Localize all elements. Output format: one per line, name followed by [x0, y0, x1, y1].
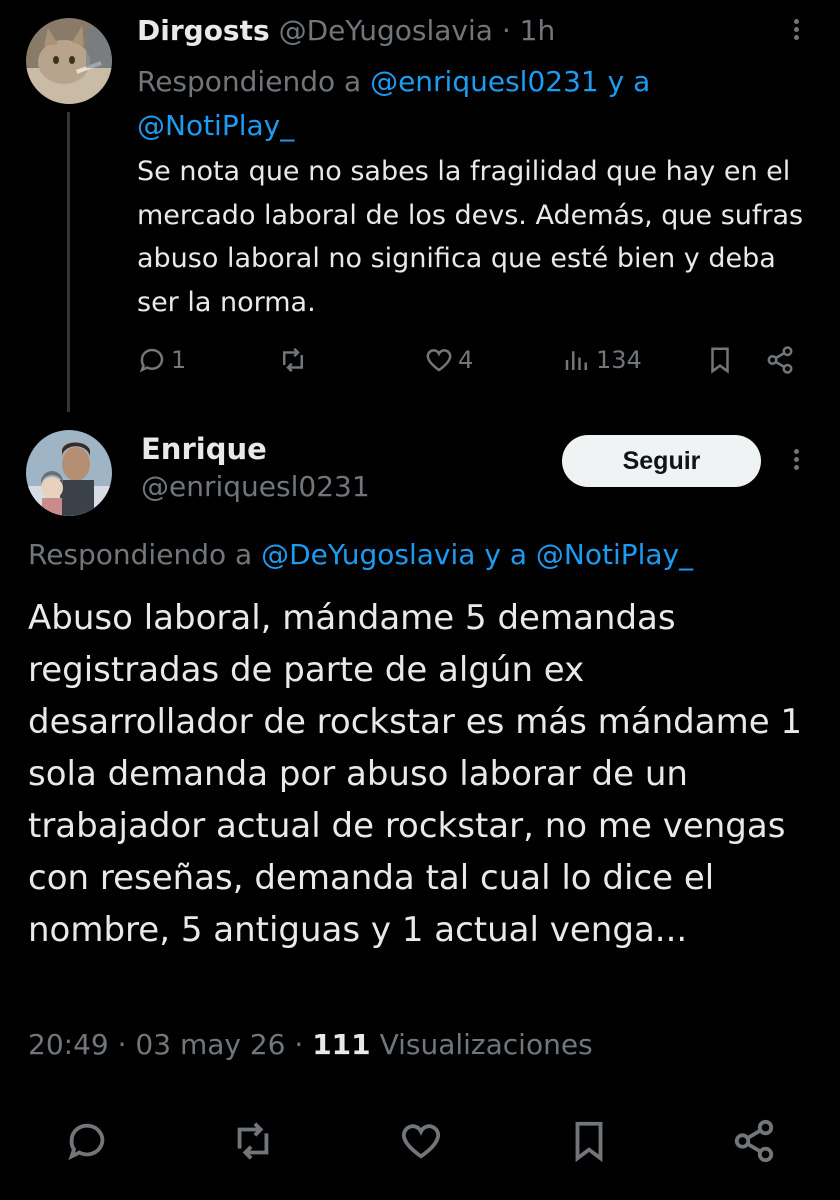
- reply-count: 1: [171, 346, 187, 374]
- like-icon: [426, 349, 452, 372]
- tweet-text: Abuso laboral, mándame 5 demandas regist…: [28, 598, 803, 950]
- avatar[interactable]: [26, 430, 112, 516]
- reply-icon: [139, 348, 164, 373]
- bookmark-icon: [575, 1121, 603, 1163]
- views-icon: [565, 351, 587, 370]
- replying-to: Respondiendo a @enriquesl0231 y a @NotiP…: [137, 60, 797, 148]
- share-icon: [767, 346, 793, 374]
- mention-link[interactable]: @DeYugoslavia: [261, 538, 475, 571]
- bookmark-icon: [711, 347, 729, 374]
- retweet-button[interactable]: [278, 340, 308, 380]
- replying-prefix: Respondiendo a: [137, 65, 362, 98]
- separator: ·: [117, 1028, 127, 1061]
- views-label: Visualizaciones: [379, 1028, 593, 1061]
- mention-link[interactable]: @NotiPlay_: [137, 109, 294, 142]
- tweet-meta: 20:49 · 03 may 26 · 111 Visualizaciones: [28, 1028, 593, 1061]
- replying-joiner[interactable]: y a: [484, 538, 527, 571]
- replying-to: Respondiendo a @DeYugoslavia y a @NotiPl…: [28, 538, 693, 571]
- more-icon[interactable]: [791, 16, 801, 48]
- reply-button[interactable]: 1: [137, 340, 186, 380]
- separator: ·: [501, 14, 511, 47]
- post-time[interactable]: 20:49: [28, 1028, 109, 1061]
- views-count: 111: [312, 1028, 371, 1061]
- like-button[interactable]: 4: [424, 340, 473, 380]
- separator: ·: [294, 1028, 304, 1061]
- post-date[interactable]: 03 may 26: [135, 1028, 285, 1061]
- reply-tweet[interactable]: Dirgosts @DeYugoslavia · 1h Respondiendo…: [0, 0, 840, 410]
- views-button[interactable]: 134: [562, 340, 642, 380]
- author-name[interactable]: Enrique: [141, 432, 267, 466]
- reply-icon: [68, 1123, 105, 1161]
- reply-button[interactable]: [64, 1118, 110, 1164]
- author-name[interactable]: Dirgosts: [137, 14, 270, 47]
- tweet-header: Dirgosts @DeYugoslavia · 1h: [137, 14, 555, 47]
- author-handle[interactable]: @DeYugoslavia: [279, 14, 493, 47]
- views-count: 134: [596, 346, 642, 374]
- bookmark-button[interactable]: [566, 1118, 612, 1164]
- replying-prefix: Respondiendo a: [28, 538, 253, 571]
- retweet-icon: [283, 347, 303, 373]
- timestamp[interactable]: 1h: [520, 14, 556, 47]
- like-button[interactable]: [398, 1118, 444, 1164]
- like-count: 4: [458, 346, 474, 374]
- retweet-button[interactable]: [230, 1118, 276, 1164]
- retweet-icon: [237, 1122, 269, 1160]
- mention-link[interactable]: @NotiPlay_: [536, 538, 693, 571]
- mention-link[interactable]: @enriquesl0231: [370, 65, 599, 98]
- bookmark-button[interactable]: [705, 340, 735, 380]
- replying-joiner[interactable]: y a: [608, 65, 651, 98]
- follow-button[interactable]: Seguir: [562, 435, 761, 487]
- author-handle[interactable]: @enriquesl0231: [141, 470, 370, 503]
- main-tweet: Enrique @enriquesl0231 Seguir Respondien…: [0, 410, 840, 1200]
- share-button[interactable]: [765, 340, 795, 380]
- tweet-text: Se nota que no sabes la fragilidad que h…: [137, 156, 804, 318]
- share-button[interactable]: [731, 1118, 777, 1164]
- more-icon[interactable]: [791, 446, 801, 478]
- like-icon: [401, 1124, 441, 1159]
- avatar[interactable]: [26, 18, 112, 104]
- share-icon: [734, 1119, 774, 1163]
